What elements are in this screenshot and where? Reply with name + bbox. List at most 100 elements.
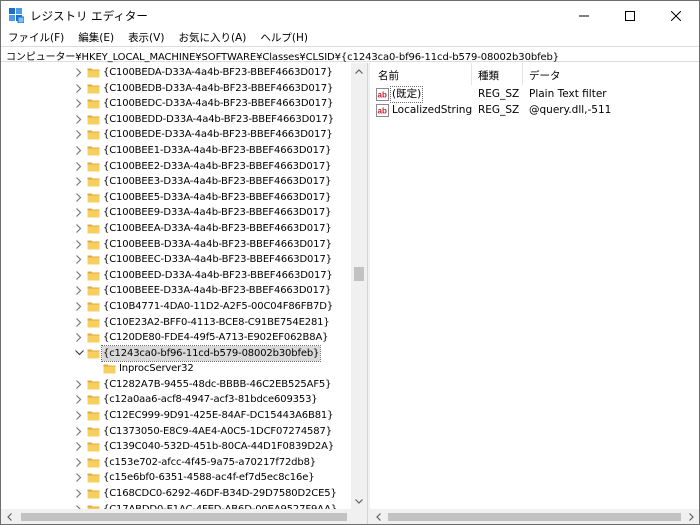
tree-node[interactable]: {C100BEEE-D33A-4a4b-BF23-BBEF4663D017} — [1, 283, 351, 299]
menu-favorites[interactable]: お気に入り(A) — [171, 30, 253, 46]
tree-node-label[interactable]: {C100BEDD-D33A-4a4b-BF23-BBEF4663D017} — [102, 112, 335, 128]
expand-button[interactable] — [74, 270, 84, 281]
tree-node[interactable]: {C139C040-532D-451b-80CA-44D1F0839D2A} — [1, 439, 351, 455]
tree-node-label[interactable]: {C1373050-E8C9-4AE4-A0C5-1DCF07274587} — [102, 424, 333, 440]
menu-edit[interactable]: 編集(E) — [71, 30, 121, 46]
tree-node[interactable]: {C100BEDA-D33A-4a4b-BF23-BBEF4663D017} — [1, 65, 351, 81]
tree-node-label[interactable]: {C100BEE3-D33A-4a4b-BF23-BBEF4663D017} — [102, 174, 332, 190]
tree-node-label[interactable]: {C1282A7B-9455-48dc-BBBB-46C2EB525AF5} — [102, 377, 332, 393]
tree-horizontal-scrollbar[interactable] — [1, 509, 351, 524]
expand-button[interactable] — [74, 285, 84, 296]
tree-node[interactable]: {C100BEE9-D33A-4a4b-BF23-BBEF4663D017} — [1, 205, 351, 221]
tree-horizontal-scroll-thumb[interactable] — [21, 513, 347, 521]
expand-button[interactable] — [74, 239, 84, 250]
tree-node-label[interactable]: {C100BEDB-D33A-4a4b-BF23-BBEF4663D017} — [102, 81, 334, 97]
expand-button[interactable] — [74, 332, 84, 343]
column-header-data[interactable]: データ — [529, 68, 561, 83]
tree-node[interactable]: {c153e702-afcc-4f45-9a75-a70217f72db8} — [1, 455, 351, 471]
expand-button[interactable] — [74, 83, 84, 94]
scroll-down-button[interactable] — [351, 493, 367, 509]
tree-node-label[interactable]: {C100BEDC-D33A-4a4b-BF23-BBEF4663D017} — [102, 96, 334, 112]
expand-button[interactable] — [74, 223, 84, 234]
column-divider[interactable] — [522, 63, 523, 85]
scroll-left-button[interactable] — [370, 509, 386, 524]
title-bar[interactable]: レジストリ エディター — [1, 1, 699, 30]
tree-node-label[interactable]: {C100BEEA-D33A-4a4b-BF23-BBEF4663D017} — [102, 221, 333, 237]
tree-node-label[interactable]: {C10B4771-4DA0-11D2-A2F5-00C04F86FB7D} — [102, 299, 334, 315]
expand-button[interactable] — [74, 67, 84, 78]
menu-help[interactable]: ヘルプ(H) — [253, 30, 315, 46]
tree-node[interactable]: {C100BEDC-D33A-4a4b-BF23-BBEF4663D017} — [1, 96, 351, 112]
maximize-button[interactable] — [607, 1, 653, 30]
scroll-right-button[interactable] — [683, 509, 699, 524]
expand-button[interactable] — [74, 114, 84, 125]
tree-vertical-scrollbar[interactable] — [351, 63, 367, 509]
expand-button[interactable] — [74, 394, 84, 405]
tree-node-label[interactable]: {c15e6bf0-6351-4588-ac4f-ef7d5ec8c16e} — [102, 470, 315, 486]
column-header-name[interactable]: 名前 — [378, 68, 399, 83]
tree-node-label[interactable]: {C168CDC0-6292-46DF-B34D-29D7580D2CE5} — [102, 486, 338, 502]
expand-button[interactable] — [74, 410, 84, 421]
tree-node[interactable]: {c1243ca0-bf96-11cd-b579-08002b30bfeb} — [1, 344, 351, 363]
tree-node-label[interactable]: InprocServer32 — [118, 361, 195, 377]
tree-node[interactable]: {C100BEE2-D33A-4a4b-BF23-BBEF4663D017} — [1, 159, 351, 175]
values-horizontal-scroll-thumb[interactable] — [388, 513, 681, 521]
scroll-up-button[interactable] — [351, 63, 367, 79]
expand-button[interactable] — [74, 301, 84, 312]
tree-node-label[interactable]: {C100BEEB-D33A-4a4b-BF23-BBEF4663D017} — [102, 237, 333, 253]
tree-node-label-selected[interactable]: {c1243ca0-bf96-11cd-b579-08002b30bfeb} — [100, 344, 322, 363]
expand-button[interactable] — [74, 192, 84, 203]
tree-node[interactable]: {c15e6bf0-6351-4588-ac4f-ef7d5ec8c16e} — [1, 470, 351, 486]
tree-node-label[interactable]: {C100BEE1-D33A-4a4b-BF23-BBEF4663D017} — [102, 143, 332, 159]
tree-node[interactable]: {C100BEEB-D33A-4a4b-BF23-BBEF4663D017} — [1, 237, 351, 253]
tree-vertical-scroll-thumb[interactable] — [354, 267, 364, 281]
tree-node[interactable]: {C12EC999-9D91-425E-84AF-DC15443A6B81} — [1, 408, 351, 424]
tree-node-label[interactable]: {C100BEE5-D33A-4a4b-BF23-BBEF4663D017} — [102, 190, 332, 206]
expand-button[interactable] — [74, 145, 84, 156]
tree-node[interactable]: {c12a0aa6-acf8-4947-acf3-81bdce609353} — [1, 392, 351, 408]
expand-button[interactable] — [74, 129, 84, 140]
expand-button[interactable] — [74, 472, 84, 483]
value-row[interactable]: ab LocalizedString REG_SZ @query.dll,-511 — [370, 103, 699, 119]
expand-button[interactable] — [74, 457, 84, 468]
tree-node[interactable]: {C1373050-E8C9-4AE4-A0C5-1DCF07274587} — [1, 424, 351, 440]
tree-node-label[interactable]: {c12a0aa6-acf8-4947-acf3-81bdce609353} — [102, 392, 319, 408]
tree-node[interactable]: {C100BEDB-D33A-4a4b-BF23-BBEF4663D017} — [1, 81, 351, 97]
expand-button[interactable] — [74, 207, 84, 218]
tree-node-label[interactable]: {C100BEDA-D33A-4a4b-BF23-BBEF4663D017} — [102, 65, 334, 81]
tree-node[interactable]: {C10B4771-4DA0-11D2-A2F5-00C04F86FB7D} — [1, 299, 351, 315]
value-name[interactable]: (既定) — [389, 86, 424, 103]
tree-node[interactable]: {C1282A7B-9455-48dc-BBBB-46C2EB525AF5} — [1, 377, 351, 393]
tree-node[interactable]: {C100BEE1-D33A-4a4b-BF23-BBEF4663D017} — [1, 143, 351, 159]
tree-node-label[interactable]: {C100BEED-D33A-4a4b-BF23-BBEF4663D017} — [102, 268, 334, 284]
tree-node-label[interactable]: {C100BEEC-D33A-4a4b-BF23-BBEF4663D017} — [102, 252, 333, 268]
tree-node[interactable]: {C120DE80-FDE4-49f5-A713-E902EF062B8A} — [1, 330, 351, 346]
expand-button[interactable] — [74, 379, 84, 390]
tree-node-label[interactable]: {C12EC999-9D91-425E-84AF-DC15443A6B81} — [102, 408, 334, 424]
value-name[interactable]: LocalizedString — [391, 103, 473, 118]
tree-node-label[interactable]: {C139C040-532D-451b-80CA-44D1F0839D2A} — [102, 439, 335, 455]
tree-node-label[interactable]: {C120DE80-FDE4-49f5-A713-E902EF062B8A} — [102, 330, 329, 346]
tree-node[interactable]: InprocServer32 — [1, 361, 351, 377]
menu-file[interactable]: ファイル(F) — [1, 30, 71, 46]
tree-node[interactable]: {C100BEDD-D33A-4a4b-BF23-BBEF4663D017} — [1, 112, 351, 128]
minimize-button[interactable] — [561, 1, 607, 30]
expand-button[interactable] — [74, 98, 84, 109]
expand-button[interactable] — [74, 317, 84, 328]
values-list-pane[interactable]: 名前 種類 データ ab (既定) REG_SZ Plain Text filter a… — [370, 63, 699, 524]
scroll-left-button[interactable] — [1, 509, 17, 524]
expand-button[interactable] — [74, 254, 84, 265]
tree-node[interactable]: {C168CDC0-6292-46DF-B34D-29D7580D2CE5} — [1, 486, 351, 502]
tree-node[interactable]: {C100BEE3-D33A-4a4b-BF23-BBEF4663D017} — [1, 174, 351, 190]
tree-node-label[interactable]: {C100BEE2-D33A-4a4b-BF23-BBEF4663D017} — [102, 159, 332, 175]
address-path[interactable]: コンピューター¥HKEY_LOCAL_MACHINE¥SOFTWARE¥Clas… — [6, 48, 559, 63]
tree-node-label[interactable]: {c153e702-afcc-4f45-9a75-a70217f72db8} — [102, 455, 317, 471]
tree-node-label[interactable]: {C100BEE9-D33A-4a4b-BF23-BBEF4663D017} — [102, 205, 332, 221]
tree-node-label[interactable]: {C100BEDE-D33A-4a4b-BF23-BBEF4663D017} — [102, 127, 334, 143]
tree-node[interactable]: {C100BEED-D33A-4a4b-BF23-BBEF4663D017} — [1, 268, 351, 284]
menu-view[interactable]: 表示(V) — [121, 30, 171, 46]
tree-node-label[interactable]: {C100BEEE-D33A-4a4b-BF23-BBEF4663D017} — [102, 283, 332, 299]
value-row[interactable]: ab (既定) REG_SZ Plain Text filter — [370, 86, 699, 103]
column-divider[interactable] — [471, 63, 472, 85]
expand-button[interactable] — [74, 441, 84, 452]
